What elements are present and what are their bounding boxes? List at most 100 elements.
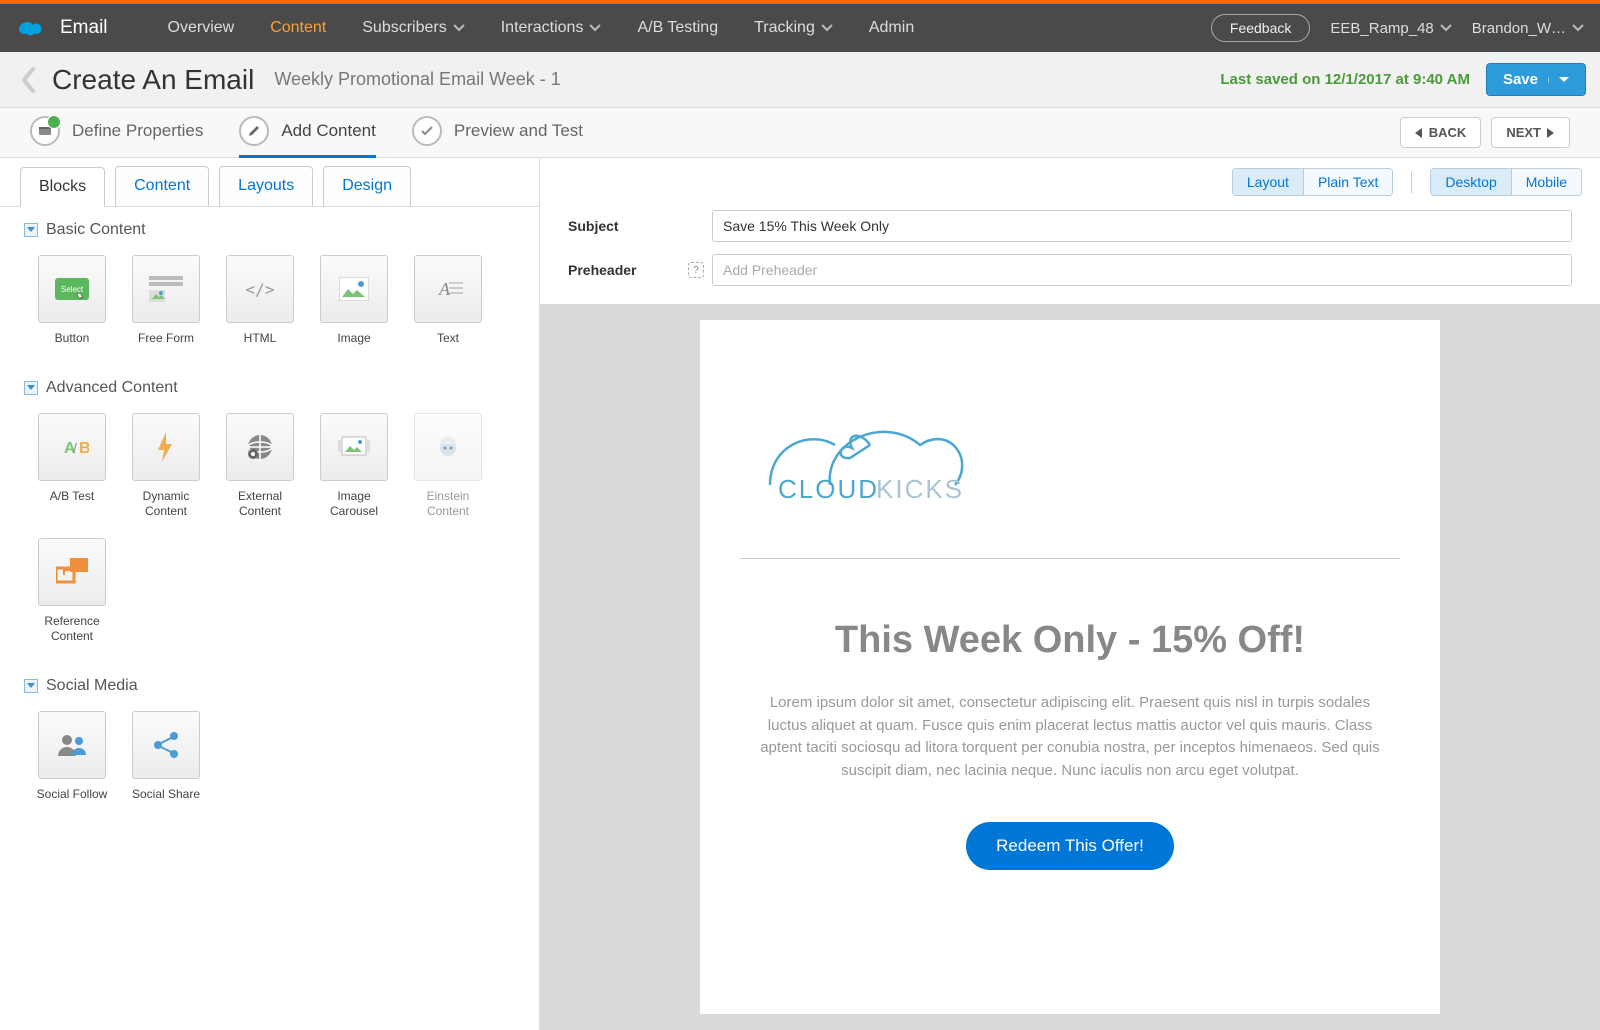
block-abtest[interactable]: A/BA/B Test [34, 413, 110, 520]
block-text[interactable]: AText [410, 255, 486, 347]
divider [740, 558, 1400, 559]
save-button[interactable]: Save [1486, 63, 1586, 96]
triangle-right-icon [1547, 128, 1555, 138]
logo-text-kicks: KICKS [876, 474, 964, 504]
section-basic-content[interactable]: Basic Content [0, 207, 539, 249]
app-name: Email [60, 17, 108, 39]
subject-input[interactable] [712, 210, 1572, 242]
block-button[interactable]: SelectButton [34, 255, 110, 347]
org-switcher[interactable]: EEB_Ramp_48 [1330, 20, 1451, 37]
block-external[interactable]: External Content [222, 413, 298, 520]
block-dynamic[interactable]: Dynamic Content [128, 413, 204, 520]
plaintext-view-button[interactable]: Plain Text [1304, 169, 1392, 195]
wizard-steps: Define Properties Add Content Preview an… [0, 108, 1600, 158]
email-cta-button[interactable]: Redeem This Offer! [966, 822, 1174, 870]
last-saved-text: Last saved on 12/1/2017 at 9:40 AM [1220, 71, 1470, 88]
feedback-button[interactable]: Feedback [1211, 14, 1310, 42]
image-block-icon [320, 255, 388, 323]
html-block-icon: </> [226, 255, 294, 323]
nav-admin[interactable]: Admin [869, 19, 914, 37]
block-freeform[interactable]: Free Form [128, 255, 204, 347]
back-step-button[interactable]: BACK [1400, 117, 1482, 148]
social-follow-icon [38, 711, 106, 779]
svg-text:B: B [79, 440, 89, 457]
preheader-input[interactable] [712, 254, 1572, 286]
section-social-media[interactable]: Social Media [0, 663, 539, 705]
logo-text-cloud: CLOUD [778, 474, 879, 504]
tab-blocks[interactable]: Blocks [20, 167, 105, 207]
user-menu[interactable]: Brandon_W… [1472, 20, 1584, 37]
nav-tracking[interactable]: Tracking [754, 19, 833, 37]
step-add-content[interactable]: Add Content [239, 108, 376, 157]
page-title: Create An Email [52, 64, 254, 96]
social-share-icon [132, 711, 200, 779]
check-icon [412, 116, 442, 146]
einstein-block-icon [414, 413, 482, 481]
block-image[interactable]: Image [316, 255, 392, 347]
reference-block-icon [38, 538, 106, 606]
help-icon[interactable]: ? [688, 262, 704, 278]
nav-interactions[interactable]: Interactions [501, 19, 602, 37]
email-canvas-wrap[interactable]: CLOUD KICKS This Week Only - 15% Off! Lo… [540, 304, 1600, 1030]
email-canvas[interactable]: CLOUD KICKS This Week Only - 15% Off! Lo… [700, 320, 1440, 1014]
nav-subscribers[interactable]: Subscribers [362, 19, 464, 37]
svg-text:/: / [73, 440, 77, 456]
collapse-icon [24, 679, 38, 693]
email-body: Lorem ipsum dolor sit amet, consectetur … [740, 692, 1400, 782]
svg-text:</>: </> [246, 280, 275, 299]
nav-overview[interactable]: Overview [168, 19, 235, 37]
chevron-down-icon [453, 24, 465, 32]
blocks-panel: Blocks Content Layouts Design Basic Cont… [0, 158, 540, 1030]
block-carousel[interactable]: Image Carousel [316, 413, 392, 520]
tab-layouts[interactable]: Layouts [219, 166, 313, 206]
block-social-follow[interactable]: Social Follow [34, 711, 110, 803]
preheader-label: Preheader [568, 262, 688, 278]
block-einstein[interactable]: Einstein Content [410, 413, 486, 520]
desktop-view-button[interactable]: Desktop [1431, 169, 1510, 195]
step-preview-test[interactable]: Preview and Test [412, 108, 583, 157]
salesforce-logo-icon [16, 17, 46, 39]
chevron-down-icon [1572, 24, 1584, 32]
email-headline: This Week Only - 15% Off! [740, 619, 1400, 662]
external-block-icon [226, 413, 294, 481]
sub-header: Create An Email Weekly Promotional Email… [0, 52, 1600, 108]
block-html[interactable]: </>HTML [222, 255, 298, 347]
mobile-view-button[interactable]: Mobile [1512, 169, 1581, 195]
pencil-icon [239, 116, 269, 146]
tab-design[interactable]: Design [323, 166, 411, 206]
dynamic-block-icon [132, 413, 200, 481]
editor-toolbar: Layout Plain Text Desktop Mobile [540, 158, 1600, 196]
step-define-properties[interactable]: Define Properties [30, 108, 203, 157]
block-social-share[interactable]: Social Share [128, 711, 204, 803]
button-block-icon: Select [38, 255, 106, 323]
left-tabs: Blocks Content Layouts Design [0, 158, 539, 207]
page-subtitle: Weekly Promotional Email Week - 1 [274, 69, 560, 90]
chevron-down-icon [821, 24, 833, 32]
block-reference[interactable]: Reference Content [34, 538, 110, 645]
top-nav: Email Overview Content Subscribers Inter… [0, 4, 1600, 52]
collapse-icon [24, 223, 38, 237]
nav-content[interactable]: Content [270, 19, 326, 37]
back-button[interactable] [14, 65, 44, 95]
freeform-block-icon [132, 255, 200, 323]
step-done-icon [30, 116, 60, 146]
chevron-down-icon [589, 24, 601, 32]
device-toggle: Desktop Mobile [1430, 168, 1582, 196]
subject-label: Subject [568, 218, 688, 234]
view-toggle: Layout Plain Text [1232, 168, 1394, 196]
save-dropdown-icon[interactable] [1548, 77, 1569, 83]
triangle-left-icon [1415, 128, 1423, 138]
section-advanced-content[interactable]: Advanced Content [0, 365, 539, 407]
text-block-icon: A [414, 255, 482, 323]
tab-content[interactable]: Content [115, 166, 209, 206]
abtest-block-icon: A/B [38, 413, 106, 481]
nav-abtesting[interactable]: A/B Testing [637, 19, 718, 37]
next-step-button[interactable]: NEXT [1491, 117, 1570, 148]
nav-items: Overview Content Subscribers Interaction… [168, 19, 915, 37]
layout-view-button[interactable]: Layout [1233, 169, 1303, 195]
email-logo: CLOUD KICKS [740, 380, 1400, 550]
svg-text:Select: Select [61, 285, 84, 294]
collapse-icon [24, 381, 38, 395]
editor-panel: Layout Plain Text Desktop Mobile Subject… [540, 158, 1600, 1030]
chevron-down-icon [1440, 24, 1452, 32]
